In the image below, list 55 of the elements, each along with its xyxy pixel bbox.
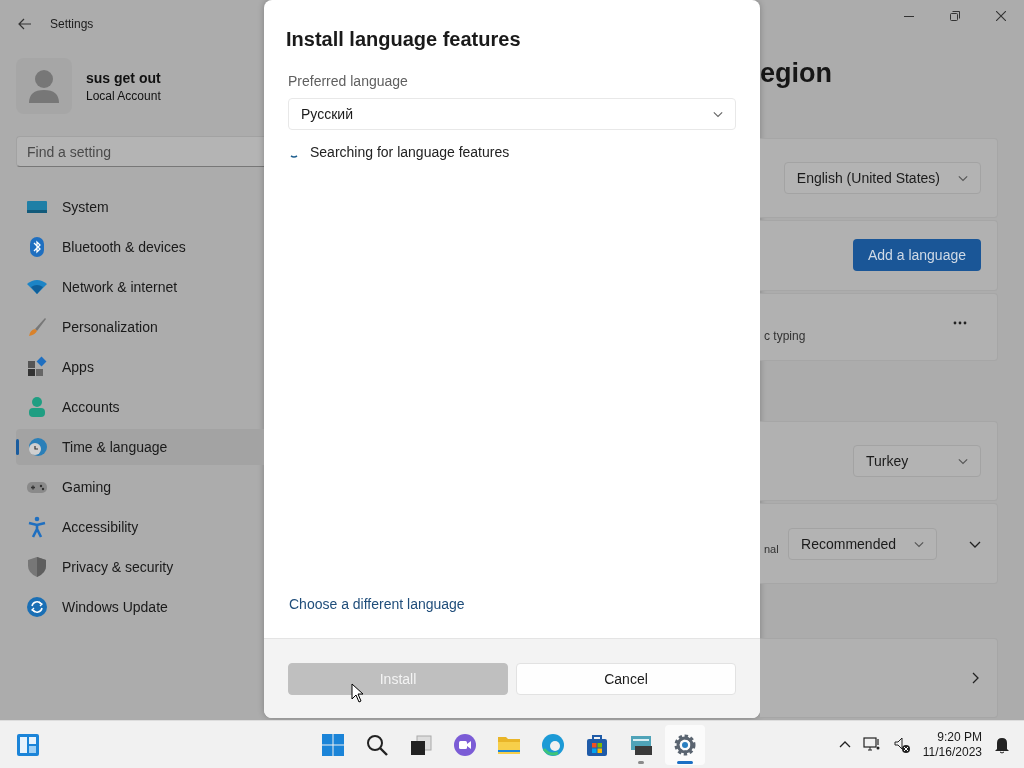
nav-item[interactable]: Personalization <box>16 309 264 345</box>
cancel-button[interactable]: Cancel <box>516 663 736 695</box>
app-title: Settings <box>50 17 94 31</box>
restore-icon[interactable] <box>950 11 960 21</box>
browser-icon <box>541 732 565 757</box>
network-icon[interactable] <box>862 735 881 754</box>
nav-item[interactable]: Windows Update <box>16 589 264 625</box>
nav-item[interactable]: Apps <box>16 349 264 385</box>
card-text: nal <box>764 542 779 555</box>
nav-item[interactable]: Bluetooth & devices <box>16 229 264 265</box>
nav-item[interactable]: Gaming <box>16 469 264 505</box>
close-icon[interactable] <box>996 11 1006 21</box>
person-icon <box>28 69 60 103</box>
account-type: Local Account <box>86 88 161 103</box>
account-name: sus get out <box>86 69 161 86</box>
dialog-title: Install language features <box>286 28 522 51</box>
accessibility-icon <box>26 516 48 538</box>
different-language-link[interactable]: Choose a different language <box>289 596 736 612</box>
person-icon <box>26 396 48 418</box>
add-language-button[interactable]: Add a language <box>852 239 981 272</box>
nav-item[interactable]: Accounts <box>16 389 264 425</box>
windows-logo-icon <box>321 732 345 757</box>
nav-item[interactable]: Accessibility <box>16 509 264 545</box>
dropdown[interactable]: Turkey <box>853 444 981 477</box>
nav-item[interactable]: Time & language <box>16 429 264 465</box>
dropdown[interactable]: English (United States) <box>783 161 981 194</box>
task-view-icon <box>409 732 433 757</box>
nav-item[interactable]: Privacy & security <box>16 549 264 585</box>
nav-item[interactable]: System <box>16 189 264 225</box>
widgets-icon[interactable] <box>16 732 40 757</box>
status-text: Searching for language features <box>310 144 510 160</box>
spinner-icon <box>290 155 298 159</box>
card-text: c typing <box>764 329 806 344</box>
back-arrow-icon[interactable] <box>18 18 32 30</box>
shield-icon <box>26 556 48 578</box>
language-dropdown[interactable]: Русский <box>288 98 736 130</box>
store-icon <box>585 732 609 757</box>
page-title: egion <box>760 58 833 90</box>
more-icon[interactable] <box>953 321 967 326</box>
search-icon <box>365 732 389 757</box>
clock[interactable]: 9:20 PM 11/16/2023 <box>922 729 982 760</box>
dropdown[interactable]: Recommended <box>788 527 937 560</box>
muted-speaker-icon[interactable] <box>892 735 911 754</box>
notification-bell-icon[interactable] <box>994 735 1010 754</box>
field-label: Preferred language <box>288 73 409 89</box>
sync-icon <box>26 596 48 618</box>
chevron-down-icon <box>713 109 723 119</box>
globe-clock-icon <box>26 436 48 458</box>
nav-item[interactable]: Network & internet <box>16 269 264 305</box>
gear-icon <box>673 732 697 757</box>
minimize-icon[interactable] <box>904 15 914 17</box>
chat-icon <box>453 732 477 757</box>
mouse-cursor-icon <box>351 683 364 703</box>
brush-icon <box>26 316 48 338</box>
apps-icon <box>26 356 48 378</box>
